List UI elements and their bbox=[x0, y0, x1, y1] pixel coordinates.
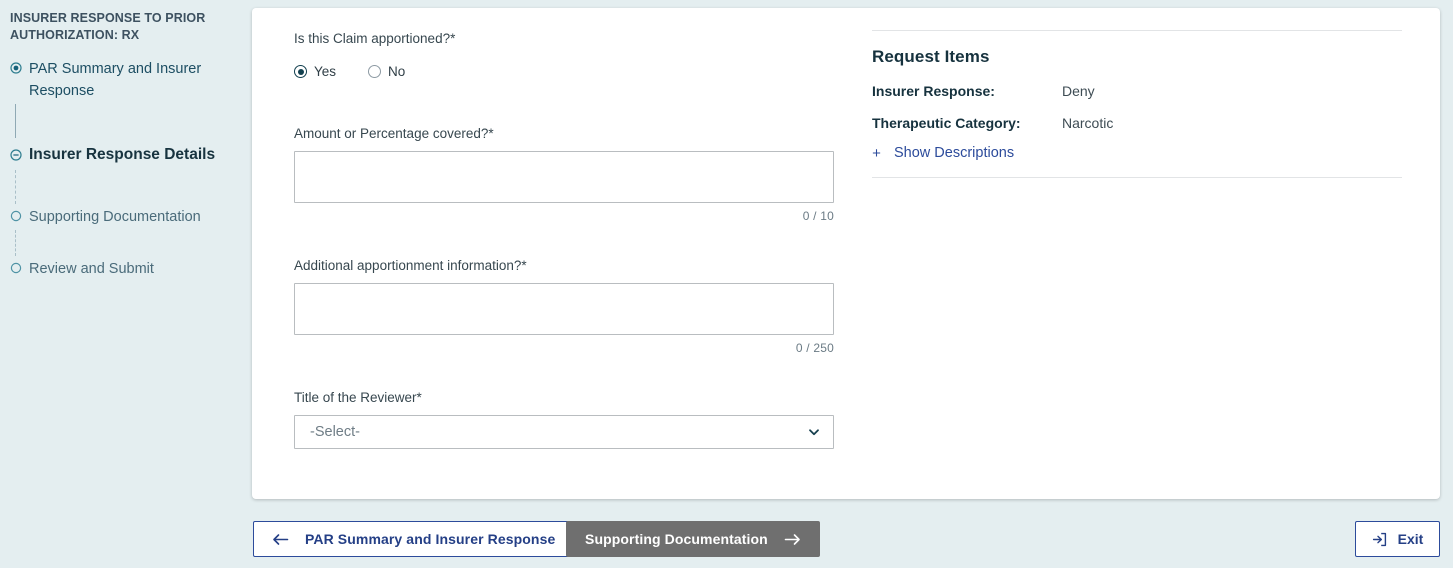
chevron-down-icon[interactable] bbox=[807, 425, 821, 439]
additional-apportionment-label: Additional apportionment information?* bbox=[294, 258, 527, 273]
sign-out-icon bbox=[1372, 532, 1387, 547]
next-button-label: Supporting Documentation bbox=[585, 531, 768, 547]
sidebar-item-insurer-response-details[interactable]: Insurer Response Details bbox=[10, 144, 238, 166]
request-items-title: Request Items bbox=[872, 47, 990, 66]
sidebar-item-par-summary[interactable]: PAR Summary and Insurer Response bbox=[10, 58, 238, 102]
apportioned-radio-group[interactable]: Yes No bbox=[294, 64, 852, 79]
sidebar-item-label: Insurer Response Details bbox=[29, 146, 216, 163]
radio-filled-icon bbox=[10, 62, 22, 74]
step-connector-1 bbox=[10, 102, 238, 144]
show-descriptions-toggle[interactable]: + Show Descriptions bbox=[872, 145, 1402, 161]
arrow-left-icon bbox=[272, 533, 289, 546]
step-connector-2 bbox=[10, 166, 238, 206]
circle-minus-icon bbox=[10, 149, 22, 161]
step-list: PAR Summary and Insurer Response Insurer… bbox=[10, 58, 238, 280]
circle-empty-icon bbox=[10, 262, 22, 274]
sidebar-item-label: Review and Submit bbox=[29, 261, 154, 277]
radio-no-icon[interactable] bbox=[368, 65, 382, 78]
radio-yes-label: Yes bbox=[314, 64, 337, 79]
insurer-response-form: Is this Claim apportioned?* Yes No Amoun… bbox=[252, 30, 862, 499]
request-item-row: Insurer Response: Deny bbox=[872, 81, 1402, 101]
sidebar-item-review-and-submit[interactable]: Review and Submit bbox=[10, 258, 238, 280]
plus-icon[interactable]: + bbox=[872, 146, 881, 161]
panel-divider-top bbox=[872, 30, 1402, 31]
sidebar-item-label: Supporting Documentation bbox=[29, 209, 201, 225]
request-item-key: Therapeutic Category: bbox=[872, 115, 1021, 131]
request-item-value: Narcotic bbox=[1062, 115, 1114, 131]
additional-apportionment-counter: 0 / 250 bbox=[795, 341, 834, 355]
reviewer-title-field: Title of the Reviewer* -Select- bbox=[294, 389, 852, 449]
sidebar-item-label: PAR Summary and Insurer Response bbox=[29, 61, 202, 99]
request-items-panel: Request Items Insurer Response: Deny The… bbox=[862, 30, 1440, 499]
reviewer-title-label: Title of the Reviewer* bbox=[294, 390, 422, 405]
amount-covered-counter: 0 / 10 bbox=[802, 209, 834, 223]
exit-button[interactable]: Exit bbox=[1355, 521, 1440, 557]
content-card: Is this Claim apportioned?* Yes No Amoun… bbox=[252, 8, 1440, 499]
arrow-right-icon bbox=[784, 533, 801, 546]
request-item-row: Therapeutic Category: Narcotic bbox=[872, 113, 1402, 133]
radio-option-no[interactable]: No bbox=[368, 64, 405, 79]
footer-navigation: PAR Summary and Insurer Response Support… bbox=[0, 499, 1453, 568]
apportioned-question-label: Is this Claim apportioned?* bbox=[294, 31, 456, 46]
additional-apportionment-field: Additional apportionment information?* 0… bbox=[294, 257, 852, 355]
reviewer-title-selected-value: -Select- bbox=[310, 424, 360, 440]
sidebar-title: INSURER RESPONSE TO PRIOR AUTHORIZATION:… bbox=[10, 11, 206, 42]
step-connector-3 bbox=[10, 228, 238, 258]
show-descriptions-label: Show Descriptions bbox=[894, 145, 1015, 161]
panel-divider-bottom bbox=[872, 177, 1402, 178]
sidebar-item-supporting-documentation[interactable]: Supporting Documentation bbox=[10, 206, 238, 228]
reviewer-title-select[interactable]: -Select- bbox=[294, 415, 834, 449]
exit-button-label: Exit bbox=[1397, 531, 1424, 547]
request-item-value: Deny bbox=[1062, 83, 1095, 99]
amount-covered-input[interactable] bbox=[294, 151, 834, 203]
amount-covered-field: Amount or Percentage covered?* 0 / 10 bbox=[294, 125, 852, 223]
back-button-label: PAR Summary and Insurer Response bbox=[305, 531, 556, 547]
back-button[interactable]: PAR Summary and Insurer Response bbox=[253, 521, 577, 557]
next-button[interactable]: Supporting Documentation bbox=[566, 521, 820, 557]
radio-no-label: No bbox=[388, 64, 406, 79]
amount-covered-label: Amount or Percentage covered?* bbox=[294, 126, 494, 141]
circle-empty-icon bbox=[10, 210, 22, 222]
radio-option-yes[interactable]: Yes bbox=[294, 64, 336, 79]
radio-yes-icon[interactable] bbox=[294, 65, 307, 78]
request-item-key: Insurer Response: bbox=[872, 83, 995, 99]
additional-apportionment-input[interactable] bbox=[294, 283, 834, 335]
sidebar-stepper: INSURER RESPONSE TO PRIOR AUTHORIZATION:… bbox=[0, 0, 252, 568]
par-insurer-response-page: INSURER RESPONSE TO PRIOR AUTHORIZATION:… bbox=[0, 0, 1453, 568]
